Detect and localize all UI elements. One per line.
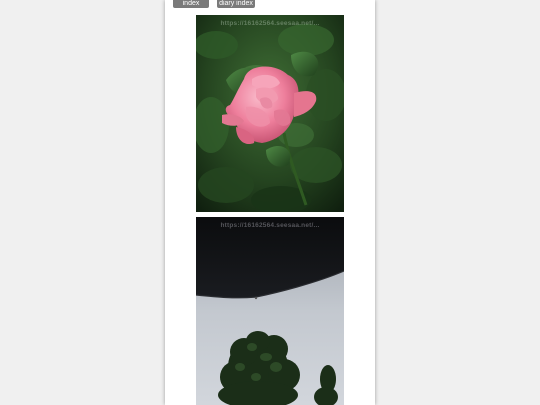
umbrella-photo: https://16162564.seesaa.net/... (196, 217, 344, 405)
content-column: index diary index https://16162564.seesa… (165, 0, 375, 405)
rose-photo: https://16162564.seesaa.net/... (196, 15, 344, 212)
top-nav: index diary index (165, 0, 375, 10)
diary-index-link[interactable]: diary index (217, 0, 255, 8)
umbrella-image (196, 217, 344, 405)
index-link[interactable]: index (173, 0, 209, 8)
rose-image (196, 15, 344, 212)
